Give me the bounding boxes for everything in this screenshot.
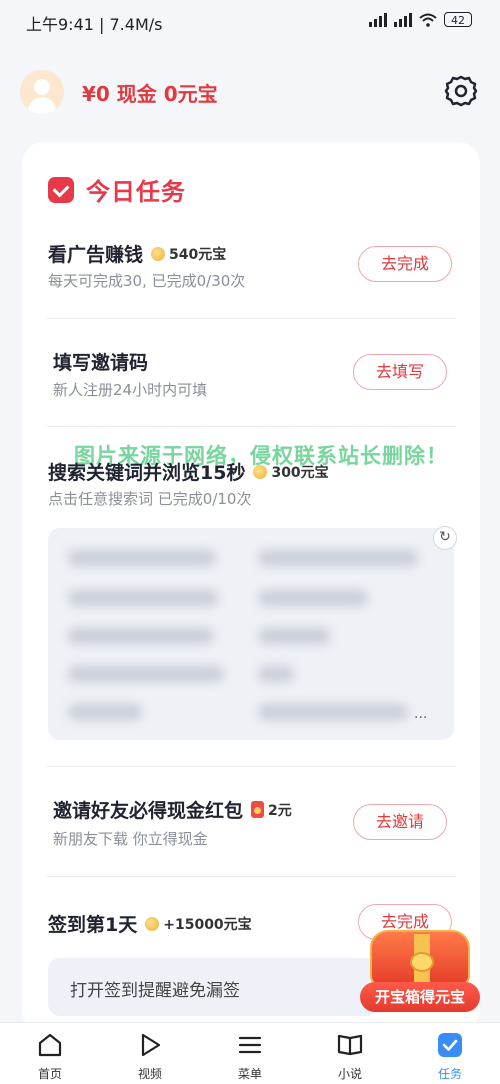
- coin-icon: [253, 464, 268, 479]
- card-title-text: 今日任务: [86, 178, 186, 206]
- search-keyword[interactable]: [68, 666, 224, 682]
- search-keyword[interactable]: [258, 704, 408, 720]
- search-keyword-list[interactable]: [48, 528, 454, 740]
- red-packet-icon: [251, 801, 265, 818]
- task-check-icon: [438, 1033, 462, 1057]
- search-keyword[interactable]: [258, 666, 294, 682]
- tab-video[interactable]: 视频: [100, 1023, 200, 1084]
- sign-reminder-banner[interactable]: 打开签到提醒避免漏签: [48, 958, 378, 1016]
- task-name-sign-in: 签到第1天 +15000元宝: [48, 914, 252, 936]
- status-time: 上午9:41 | 7.4M/s: [26, 15, 163, 34]
- wifi-icon: [419, 13, 437, 27]
- task-desc: 新朋友下载 你立得现金: [53, 830, 208, 848]
- search-keyword[interactable]: [258, 550, 418, 566]
- task-reward: +15000元宝: [145, 914, 252, 934]
- menu-icon: [238, 1036, 262, 1054]
- battery-icon: 42: [444, 12, 472, 27]
- gear-icon[interactable]: [444, 74, 478, 108]
- book-icon: [337, 1034, 363, 1056]
- treasure-chest-button[interactable]: 开宝箱得元宝: [360, 920, 480, 1014]
- search-keyword[interactable]: [68, 550, 216, 566]
- bottom-tab-bar: 首页 视频 菜单 小说 任务: [0, 1022, 500, 1084]
- avatar-icon[interactable]: [20, 70, 64, 114]
- account-header: ¥0 现金 0元宝: [0, 64, 500, 120]
- search-keyword[interactable]: [68, 590, 218, 606]
- task-check-badge-icon: [48, 176, 74, 203]
- refresh-icon[interactable]: ↻: [433, 526, 457, 550]
- more-ellipsis: ...: [414, 706, 428, 722]
- sign-reminder-text: 打开签到提醒避免漏签: [70, 981, 240, 1001]
- signal-icon: [369, 12, 387, 27]
- tab-menu[interactable]: 菜单: [200, 1023, 300, 1084]
- search-keyword[interactable]: [68, 704, 142, 720]
- task-desc: 点击任意搜索词 已完成0/10次: [48, 490, 252, 508]
- fill-code-button[interactable]: 去填写: [353, 354, 447, 390]
- status-icons: 42: [369, 12, 472, 27]
- play-icon: [141, 1033, 161, 1057]
- treasure-chest-icon: [370, 930, 470, 986]
- tab-novel[interactable]: 小说: [300, 1023, 400, 1084]
- invite-button[interactable]: 去邀请: [353, 804, 447, 840]
- coin-icon: [145, 916, 160, 931]
- divider: [46, 318, 456, 319]
- task-desc: 新人注册24小时内可填: [53, 381, 208, 399]
- card-title: 今日任务: [48, 172, 186, 207]
- tab-tasks[interactable]: 任务: [400, 1023, 500, 1084]
- home-icon: [38, 1033, 62, 1057]
- treasure-label: 开宝箱得元宝: [360, 982, 480, 1012]
- tab-home[interactable]: 首页: [0, 1023, 100, 1084]
- search-keyword[interactable]: [68, 628, 214, 644]
- status-bar: 上午9:41 | 7.4M/s 42: [0, 0, 500, 44]
- task-name-search-keywords: 搜索关键词并浏览15秒 300元宝: [48, 462, 329, 484]
- task-reward: 300元宝: [253, 462, 329, 482]
- task-name-invite-friends: 邀请好友必得现金红包 2元: [53, 800, 292, 822]
- task-desc: 每天可完成30, 已完成0/30次: [48, 272, 246, 290]
- balance-text: ¥0 现金 0元宝: [82, 82, 218, 106]
- task-reward: 540元宝: [151, 244, 226, 264]
- divider: [46, 766, 456, 767]
- search-keyword[interactable]: [258, 628, 330, 644]
- search-keyword[interactable]: [258, 590, 368, 606]
- task-reward: 2元: [251, 800, 292, 820]
- task-name-invite-code: 填写邀请码: [53, 352, 149, 374]
- divider: [46, 426, 456, 427]
- coin-icon: [151, 246, 166, 261]
- complete-button[interactable]: 去完成: [358, 246, 452, 282]
- hd-signal-icon: [394, 12, 412, 27]
- task-name-watch-ads: 看广告赚钱 540元宝: [48, 244, 227, 266]
- divider: [46, 876, 456, 877]
